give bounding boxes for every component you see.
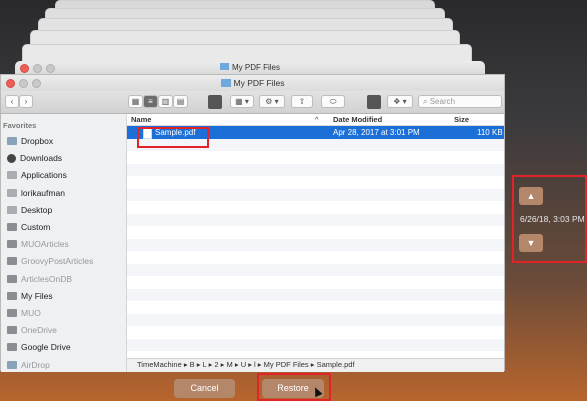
empty-row	[127, 188, 504, 201]
sidebar-item-label: OneDrive	[21, 325, 57, 336]
downloads-icon	[7, 153, 16, 163]
column-header[interactable]: Name ^ Date Modified Size	[127, 114, 504, 126]
background-window-title: My PDF Files	[232, 63, 280, 72]
empty-row	[127, 301, 504, 314]
folder-icon	[7, 240, 17, 249]
share-button[interactable]: ⇧	[291, 95, 313, 108]
column-date-modified[interactable]: Date Modified	[333, 115, 382, 124]
search-field[interactable]: ⌕ Search	[418, 95, 502, 108]
folder-icon	[220, 79, 231, 87]
sidebar-item-label: AirDrop	[21, 359, 50, 370]
sidebar-item-label: Custom	[21, 222, 51, 232]
empty-row	[127, 326, 504, 339]
path-bar-text: TimeMachine ▸ B ▸ L ▸ 2 ▸ M ▸ U ▸ l ▸ My…	[137, 360, 355, 369]
sidebar-item[interactable]: Applications	[7, 168, 67, 182]
empty-row	[127, 226, 504, 239]
empty-row	[127, 251, 504, 264]
gallery-view-button[interactable]: ▤	[173, 95, 188, 108]
dropbox-button[interactable]: ❖ ▾	[387, 95, 413, 108]
column-name[interactable]: Name	[131, 115, 151, 124]
sidebar-item-label: ArticlesOnDB	[21, 273, 73, 284]
folder-icon	[7, 274, 17, 283]
window-title: My PDF Files	[233, 78, 285, 88]
empty-row	[127, 201, 504, 214]
folder-icon	[7, 309, 17, 317]
file-highlight-box	[137, 127, 209, 148]
file-date: Apr 28, 2017 at 3:01 PM	[333, 128, 420, 137]
sidebar-item[interactable]: MUO	[7, 306, 41, 320]
back-button[interactable]: ‹	[5, 95, 19, 108]
sidebar-item-label: My Files	[21, 290, 53, 301]
sidebar-item[interactable]: AirDrop	[7, 358, 50, 372]
empty-row	[127, 238, 504, 251]
sidebar-item-label: Applications	[21, 170, 67, 181]
sidebar-item[interactable]: ArticlesOnDB	[7, 272, 72, 286]
sidebar-item[interactable]: lorikaufman	[7, 186, 65, 200]
empty-row	[127, 288, 504, 301]
file-rows: Sample.pdf Apr 28, 2017 at 3:01 PM 110 KB	[127, 126, 504, 351]
sidebar-item[interactable]: Desktop	[7, 203, 52, 217]
toolbar: ‹ › ▦ ≡ ▥ ▤ ▦ ▾ ⚙ ▾ ⇧ ⬭ ❖ ▾ ⌕ Search	[1, 91, 504, 114]
column-view-button[interactable]: ▥	[158, 95, 173, 108]
forward-button[interactable]: ›	[19, 95, 33, 108]
search-placeholder: Search	[429, 97, 456, 106]
column-size[interactable]: Size	[454, 115, 469, 124]
file-size: 110 KB	[477, 128, 503, 137]
sidebar-item[interactable]: Dropbox	[7, 134, 53, 148]
sort-chevron-icon[interactable]: ^	[315, 115, 319, 124]
empty-row	[127, 276, 504, 289]
desktop-icon	[7, 205, 17, 214]
file-list: Name ^ Date Modified Size Sample.pdf Apr …	[127, 114, 504, 372]
empty-row	[127, 213, 504, 226]
filezilla-icon[interactable]	[208, 95, 222, 109]
folder-icon	[220, 63, 229, 70]
search-icon: ⌕	[423, 97, 428, 106]
path-bar[interactable]: TimeMachine ▸ B ▸ L ▸ 2 ▸ M ▸ U ▸ l ▸ My…	[127, 358, 504, 372]
applications-icon	[7, 171, 17, 180]
empty-row	[127, 338, 504, 351]
sidebar-item[interactable]: MUOArticles	[7, 237, 69, 251]
empty-row	[127, 263, 504, 276]
filezilla-icon[interactable]	[367, 95, 381, 109]
empty-row	[127, 163, 504, 176]
empty-row	[127, 313, 504, 326]
folder-icon	[7, 291, 17, 300]
sidebar-item-label: GroovyPostArticles	[21, 256, 94, 267]
cancel-button[interactable]: Cancel	[174, 379, 235, 398]
sidebar-item-label: Google Drive	[21, 342, 71, 353]
window-titlebar: My PDF Files	[1, 75, 504, 91]
sidebar-section-label: Favorites	[3, 121, 37, 130]
sidebar-item[interactable]: GroovyPostArticles	[7, 254, 93, 268]
sidebar-item-label: Downloads	[20, 153, 63, 164]
list-view-button[interactable]: ≡	[143, 95, 158, 108]
arrange-button[interactable]: ▦ ▾	[230, 95, 254, 108]
folder-icon	[7, 223, 17, 231]
sidebar-item[interactable]: Google Drive	[7, 340, 71, 354]
sidebar-item-label: lorikaufman	[21, 187, 65, 198]
action-gear-button[interactable]: ⚙ ▾	[259, 95, 285, 108]
timeline-date: 6/26/18, 3:03 PM	[520, 214, 585, 224]
sidebar-item-label: Desktop	[21, 204, 53, 215]
tags-button[interactable]: ⬭	[321, 95, 345, 108]
airdrop-icon	[7, 360, 17, 369]
sidebar: Favorites Dropbox Downloads Applications lo…	[1, 114, 127, 372]
home-icon	[7, 188, 17, 197]
sidebar-item-label: MUOArticles	[21, 239, 69, 250]
empty-row	[127, 176, 504, 189]
timeline-up-button[interactable]: ▲	[519, 187, 543, 205]
folder-icon	[7, 257, 17, 266]
finder-window: My PDF Files ‹ › ▦ ≡ ▥ ▤ ▦ ▾ ⚙ ▾ ⇧ ⬭ ❖ ▾…	[0, 74, 505, 372]
sidebar-item-label: MUO	[21, 308, 41, 318]
sidebar-item[interactable]: Custom	[7, 220, 50, 234]
folder-icon	[7, 343, 17, 352]
empty-row	[127, 151, 504, 164]
sidebar-item[interactable]: Downloads	[7, 151, 62, 165]
sidebar-item[interactable]: My Files	[7, 289, 53, 303]
icon-view-button[interactable]: ▦	[128, 95, 143, 108]
dropbox-icon	[7, 137, 17, 145]
sidebar-item-label: Dropbox	[21, 136, 54, 146]
sidebar-item[interactable]: OneDrive	[7, 323, 57, 337]
timeline-down-button[interactable]: ▼	[519, 234, 543, 252]
folder-icon	[7, 326, 17, 335]
